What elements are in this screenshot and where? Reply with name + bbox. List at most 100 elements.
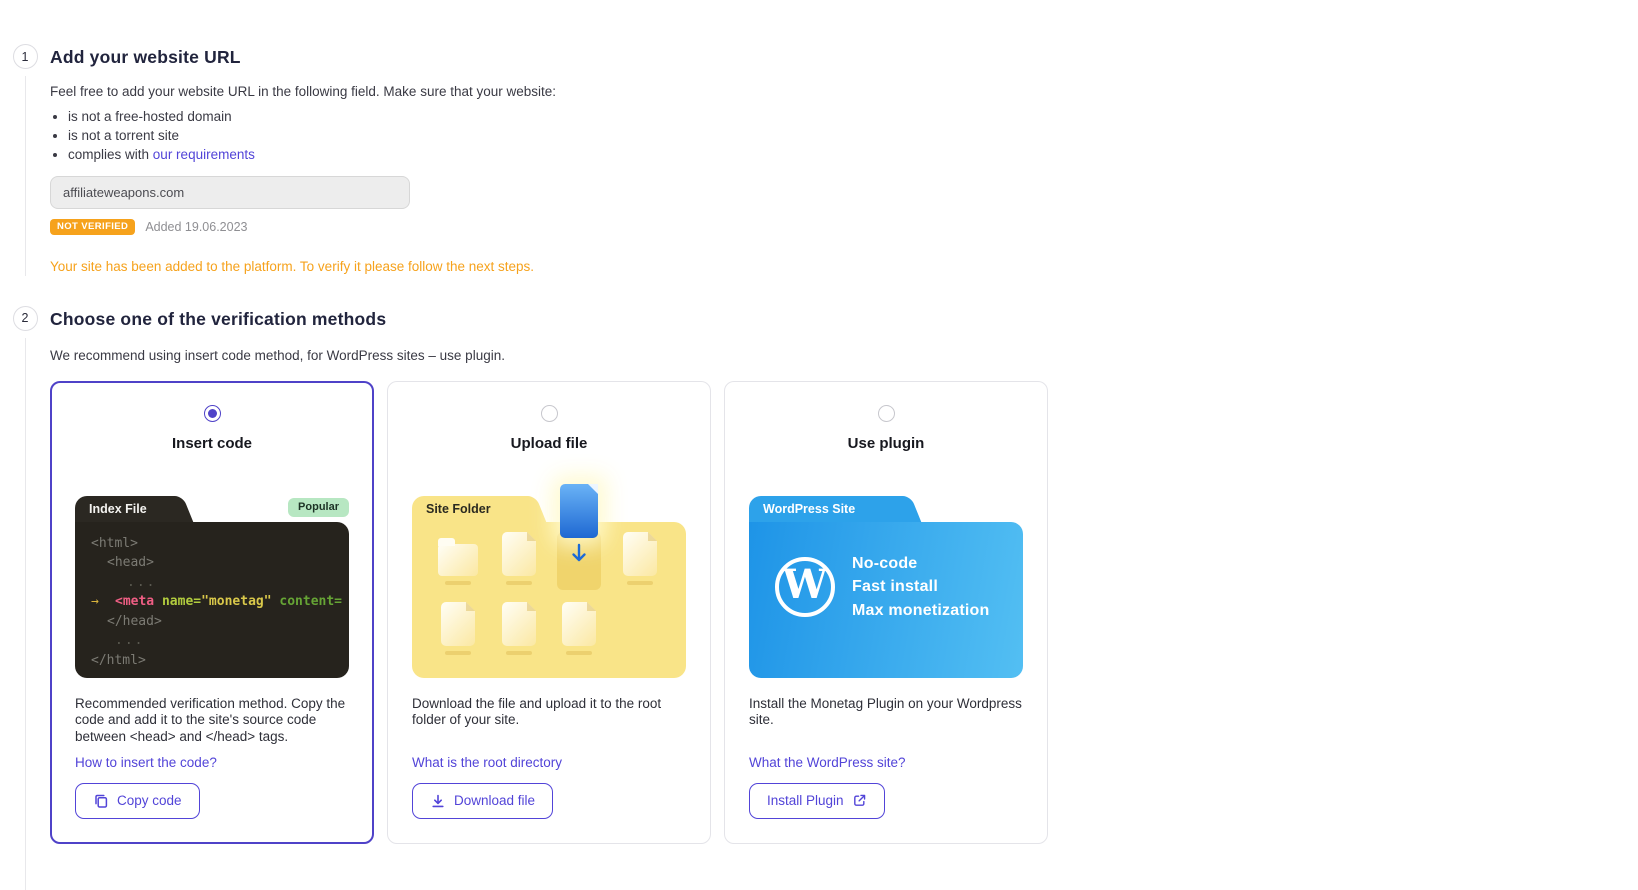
benefit-line: Fast install [852, 578, 938, 595]
code-line: </html> [91, 652, 146, 668]
file-icon [501, 531, 536, 576]
step-2-title: Choose one of the verification methods [50, 308, 387, 329]
grid-cell [428, 601, 489, 668]
site-folder-body [412, 483, 686, 678]
root-directory-link[interactable]: What is the root directory [412, 755, 686, 770]
step-1-content: Add your website URL Feel free to add yo… [50, 44, 1638, 276]
label-placeholder [566, 650, 593, 655]
code-token: "monetag" [201, 594, 272, 609]
download-icon [432, 794, 444, 807]
label-placeholder [505, 650, 532, 655]
index-file-tab: Index File [75, 495, 179, 522]
upload-target-cell [549, 483, 610, 598]
step-connector-line [24, 337, 26, 890]
grid-cell [610, 531, 671, 598]
requirements-list: is not a free-hosted domain is not a tor… [50, 107, 1638, 164]
step-2-subtitle: We recommend using insert code method, f… [50, 347, 505, 363]
code-line: ... [127, 574, 157, 590]
site-folder-tab-label: Site Folder [426, 501, 491, 516]
label-placeholder [505, 580, 532, 585]
benefit-line: Max monetization [852, 601, 990, 619]
copy-icon [95, 794, 108, 808]
arrow-icon: → [91, 594, 99, 609]
code-snippet: <html> <head> ... → <meta name="monetag" … [75, 521, 349, 678]
file-icon [622, 531, 657, 576]
our-requirements-link[interactable]: our requirements [153, 147, 255, 162]
folder-contents-grid [428, 483, 671, 668]
download-file-button[interactable]: Download file [412, 782, 554, 819]
method-title: Insert code [171, 434, 253, 452]
status-message: Your site has been added to the platform… [50, 258, 535, 274]
method-card-insert-code[interactable]: Insert code Index File Popular <html> <h… [50, 380, 374, 844]
code-token: content= [271, 594, 343, 609]
plugin-benefits: No-code Fast install Max monetization [852, 552, 989, 623]
popular-badge: Popular [288, 497, 349, 517]
bullet-text: is not a free-hosted domain [68, 109, 232, 124]
index-file-tab-label: Index File [89, 501, 147, 516]
wordpress-logo-icon: W [775, 556, 835, 617]
code-line-meta-tag: → <meta name="monetag" content= [91, 592, 349, 612]
button-label: Download file [454, 793, 536, 808]
step-1-title: Add your website URL [50, 47, 241, 67]
added-date: Added 19.06.2023 [145, 219, 248, 234]
method-description: Install the Monetag Plugin on your Wordp… [749, 695, 1022, 728]
step-2-gutter: 2 [0, 305, 50, 890]
grid-cell [549, 601, 610, 668]
wordpress-site-tab-label: WordPress Site [763, 501, 856, 516]
file-icon [441, 601, 476, 646]
code-line: </head> [107, 613, 162, 629]
file-icon [501, 601, 536, 646]
code-line: ... [115, 633, 145, 648]
wordpress-site-link[interactable]: What the WordPress site? [749, 755, 1023, 770]
site-verification-page: 1 Add your website URL Feel free to add … [0, 0, 1638, 890]
list-item: complies with our requirements [50, 145, 1638, 164]
grid-cell [489, 601, 550, 668]
list-item: is not a torrent site [50, 126, 1638, 145]
folder-icon [438, 537, 479, 576]
site-folder-illustration: Site Folder [412, 483, 686, 678]
step-connector-line [24, 76, 26, 276]
method-description: Download the file and upload it to the r… [412, 695, 662, 728]
label-placeholder [445, 580, 472, 585]
bullet-text: is not a torrent site [68, 128, 180, 143]
copy-code-button[interactable]: Copy code [75, 782, 200, 819]
step-2-number-label: 2 [21, 311, 29, 325]
code-token: name= [154, 594, 202, 609]
method-card-use-plugin[interactable]: Use plugin WordPress Site W No-code Fast… [724, 380, 1048, 844]
label-placeholder [445, 650, 472, 655]
index-file-illustration: Index File Popular <html> <head> ... → <m… [75, 495, 349, 678]
button-label: Install Plugin [767, 793, 844, 808]
grid-cell [428, 532, 489, 598]
drop-arrow-icon [572, 543, 586, 561]
step-1-gutter: 1 [0, 44, 50, 276]
external-link-icon [853, 794, 865, 806]
step-1-section: 1 Add your website URL Feel free to add … [0, 44, 1638, 276]
method-card-upload-file[interactable]: Upload file Site Folder Download the fil… [387, 380, 711, 844]
verification-file-icon [560, 483, 599, 538]
method-title: Use plugin [847, 434, 925, 452]
wordpress-site-tab: WordPress Site [749, 495, 907, 522]
step-1-intro: Feel free to add your website URL in the… [50, 84, 557, 99]
step-2-section: 2 Choose one of the verification methods… [0, 305, 1638, 890]
code-token: <meta [115, 594, 155, 609]
verification-status-row: NOT VERIFIED Added 19.06.2023 [50, 219, 1638, 235]
step-1-number: 1 [12, 44, 38, 69]
code-line: <html> [91, 535, 138, 551]
step-2-number: 2 [12, 305, 38, 331]
radio-upload-file[interactable] [540, 404, 558, 422]
button-label: Copy code [117, 793, 182, 808]
list-item: is not a free-hosted domain [50, 107, 1638, 126]
file-icon [562, 601, 597, 646]
install-plugin-button[interactable]: Install Plugin [749, 782, 885, 819]
bullet-text: complies with [68, 147, 150, 162]
grid-cell [489, 531, 550, 598]
website-url-input[interactable] [50, 176, 410, 209]
how-to-insert-code-link[interactable]: How to insert the code? [75, 755, 349, 770]
method-title: Upload file [510, 434, 588, 452]
code-line: <head> [107, 555, 154, 570]
label-placeholder [626, 580, 653, 585]
site-folder-tab: Site Folder [412, 495, 532, 522]
radio-use-plugin[interactable] [877, 404, 895, 422]
method-description: Recommended verification method. Copy th… [75, 695, 346, 745]
radio-insert-code[interactable] [203, 404, 221, 422]
